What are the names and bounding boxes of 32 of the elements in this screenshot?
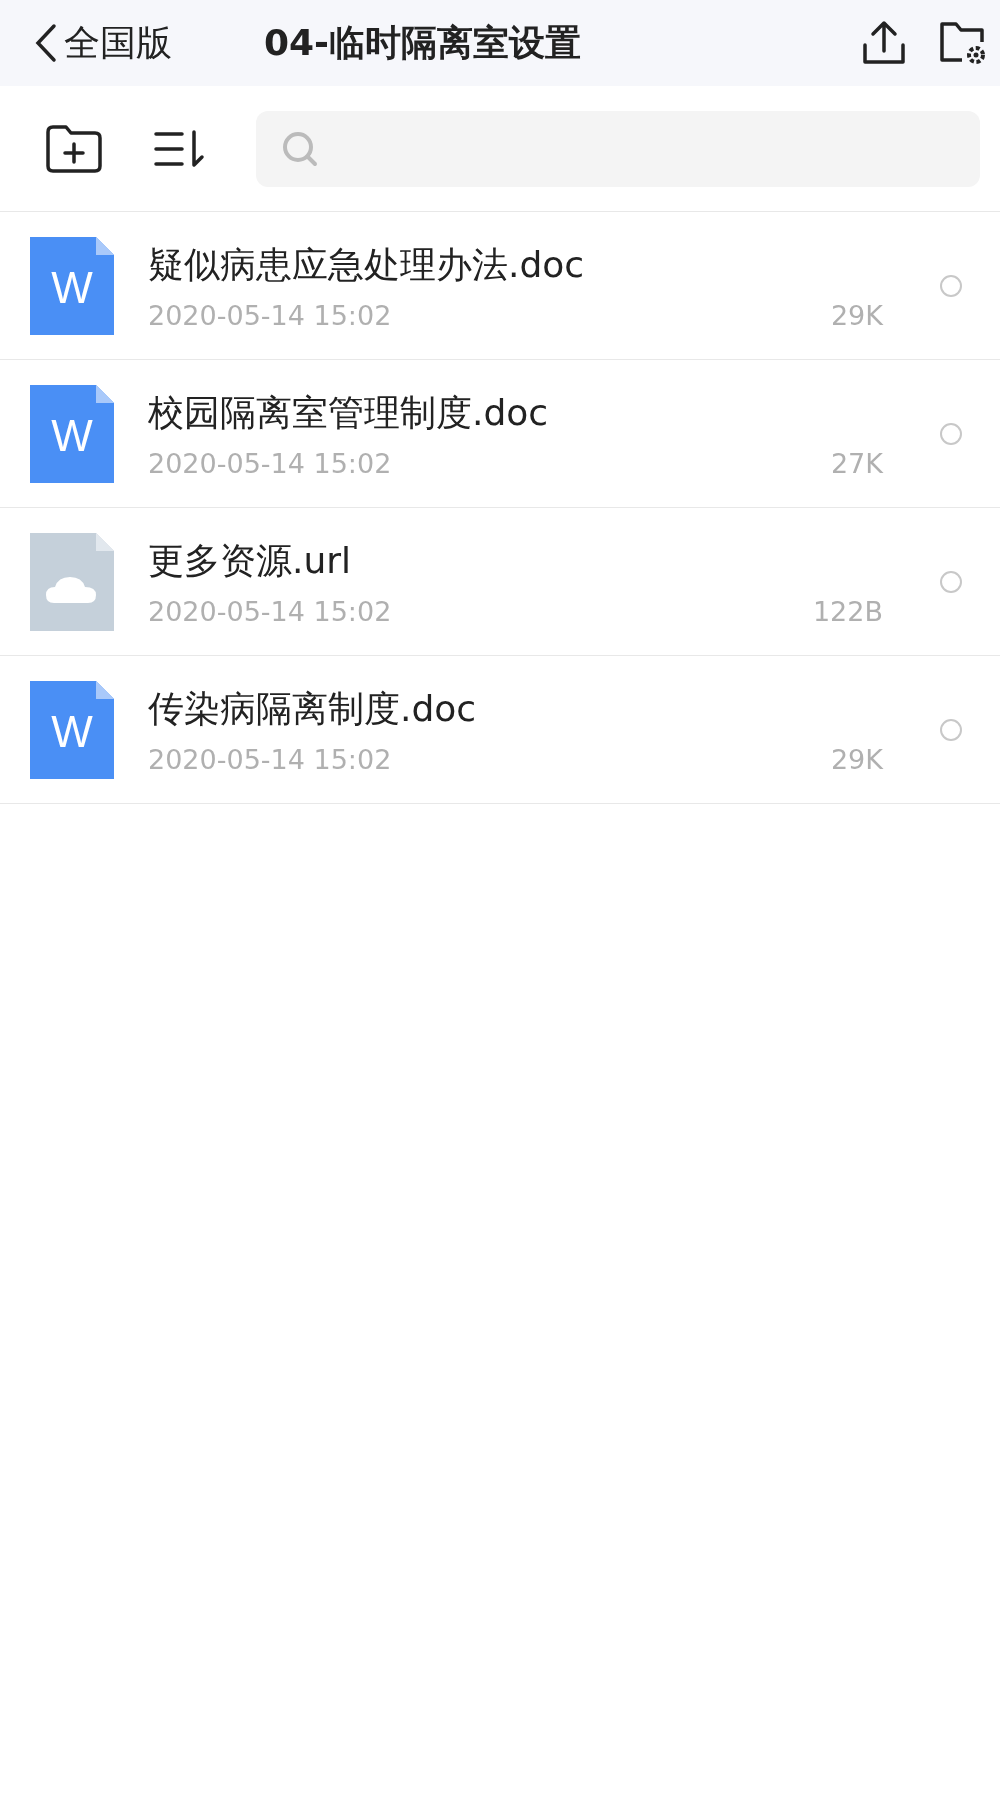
- file-name: 传染病隔离制度.doc: [148, 686, 478, 731]
- file-date: 2020-05-14 15:02: [148, 743, 392, 775]
- select-radio[interactable]: [940, 274, 962, 297]
- file-row[interactable]: W 疑似病患应急处理办法.doc 2020-05-14 15:02 29K: [0, 212, 1000, 360]
- word-document-icon: W: [30, 680, 114, 779]
- file-row[interactable]: W 传染病隔离制度.doc 2020-05-14 15:02 29K: [0, 656, 1000, 804]
- select-radio[interactable]: [940, 422, 962, 445]
- file-name: 更多资源.url: [148, 538, 353, 583]
- window-title: 04-临时隔离室设置: [264, 20, 583, 65]
- file-date: 2020-05-14 15:02: [148, 299, 392, 331]
- file-size: 29K: [830, 299, 883, 331]
- file-row[interactable]: 更多资源.url 2020-05-14 15:02 122B: [0, 508, 1000, 656]
- word-document-icon: W: [30, 236, 114, 335]
- file-size: 29K: [830, 743, 883, 775]
- folder-settings-icon[interactable]: [938, 20, 988, 66]
- chevron-left-icon: [34, 23, 58, 63]
- file-size: 27K: [830, 447, 883, 479]
- file-row[interactable]: W 校园隔离室管理制度.doc 2020-05-14 15:02 27K: [0, 360, 1000, 508]
- word-document-icon: W: [30, 384, 114, 483]
- file-name: 校园隔离室管理制度.doc: [148, 390, 550, 435]
- back-button[interactable]: 全国版: [34, 18, 264, 68]
- file-name: 疑似病患应急处理办法.doc: [148, 242, 586, 287]
- select-radio[interactable]: [940, 718, 962, 741]
- cloud-file-icon: [30, 532, 114, 631]
- search-field[interactable]: [256, 110, 980, 187]
- select-radio[interactable]: [940, 570, 962, 593]
- file-date: 2020-05-14 15:02: [148, 595, 392, 627]
- file-size: 122B: [812, 595, 883, 627]
- file-date: 2020-05-14 15:02: [148, 447, 392, 479]
- new-folder-icon[interactable]: [44, 123, 104, 174]
- sort-icon[interactable]: [154, 128, 206, 169]
- upload-icon[interactable]: [860, 19, 908, 67]
